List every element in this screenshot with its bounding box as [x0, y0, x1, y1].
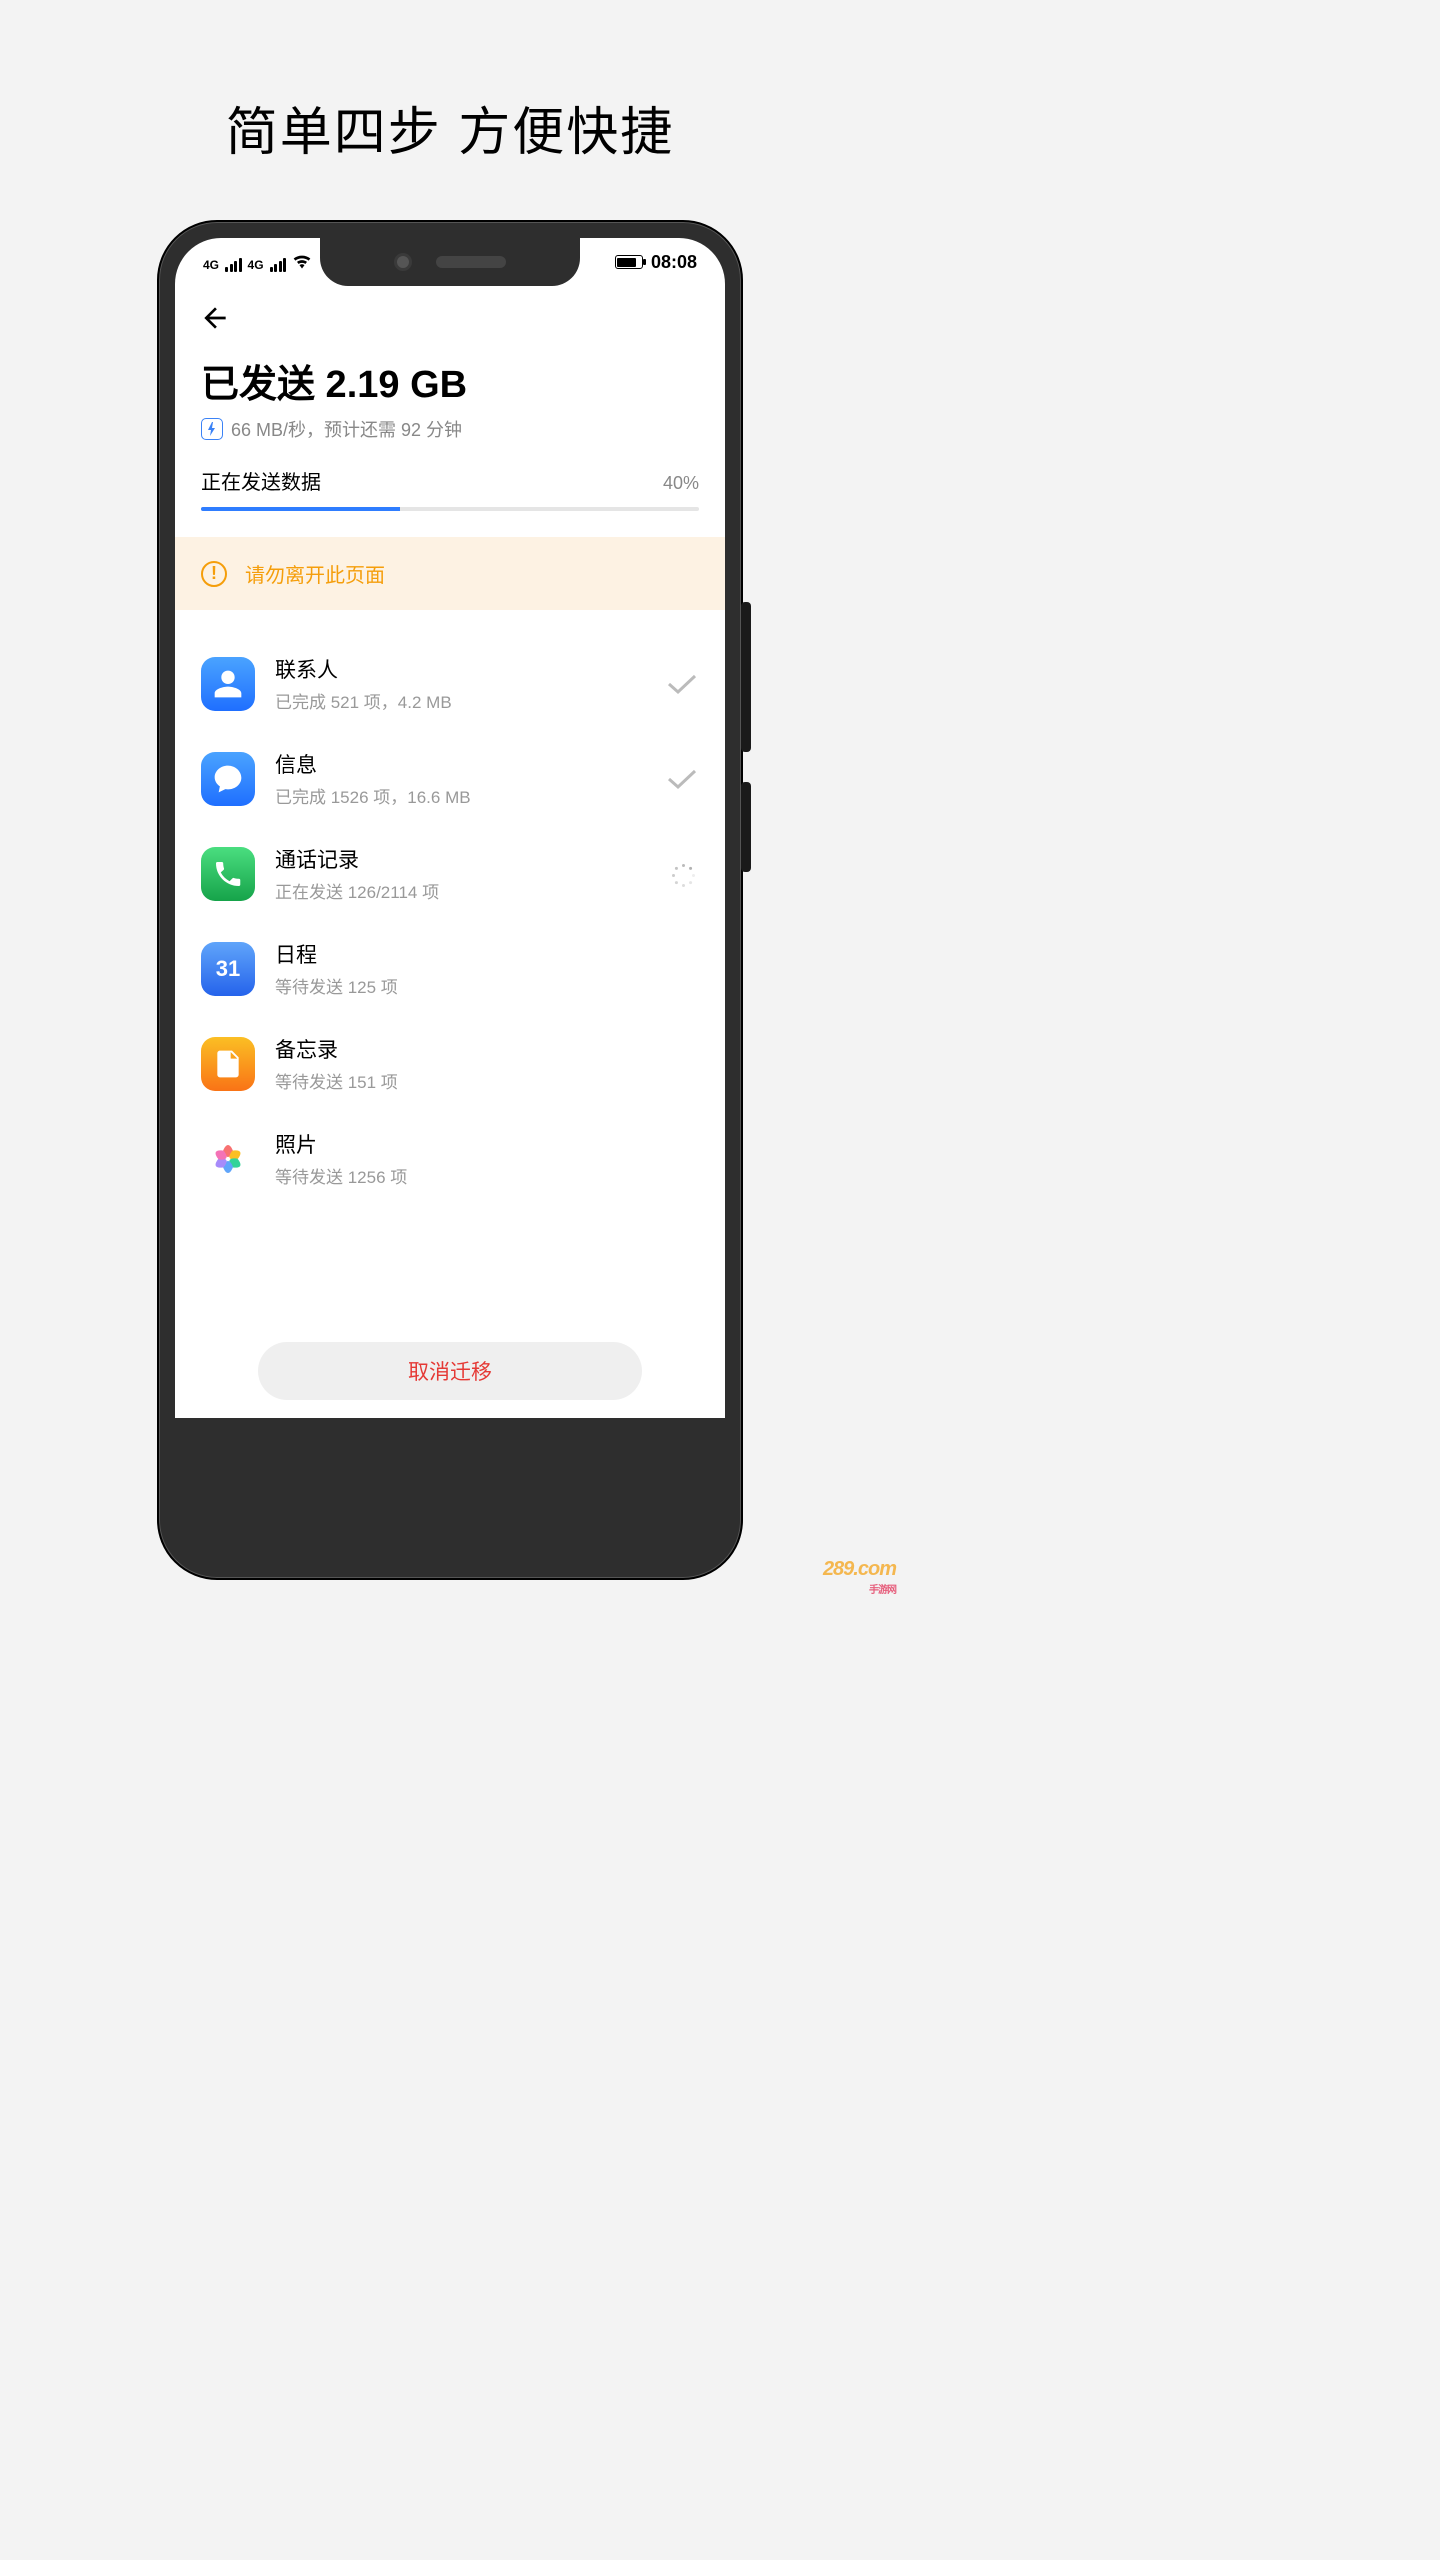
item-status-done	[665, 768, 699, 790]
signal-bars-icon	[270, 258, 287, 272]
front-camera	[394, 253, 412, 271]
transfer-item-calls: 通话记录正在发送 126/2114 项	[201, 826, 699, 921]
speed-text: 66 MB/秒，预计还需 92 分钟	[231, 416, 462, 442]
contacts-icon	[201, 657, 255, 711]
loading-spinner-icon	[670, 862, 694, 886]
warning-banner: ! 请勿离开此页面	[175, 537, 725, 610]
battery-icon	[615, 255, 643, 269]
progress-label: 正在发送数据	[201, 466, 321, 495]
warning-text: 请勿离开此页面	[245, 559, 385, 588]
network-label-1: 4G	[203, 258, 219, 272]
transfer-items-list: 联系人已完成 521 项，4.2 MB信息已完成 1526 项，16.6 MB通…	[175, 610, 725, 1206]
item-status-sending	[665, 862, 699, 886]
network-label-2: 4G	[248, 258, 264, 272]
item-meta: 等待发送 125 项	[275, 973, 645, 998]
cancel-transfer-button[interactable]: 取消迁移	[258, 1342, 642, 1400]
item-meta: 已完成 521 项，4.2 MB	[275, 688, 645, 713]
transfer-item-contacts: 联系人已完成 521 项，4.2 MB	[201, 636, 699, 731]
item-meta: 等待发送 1256 项	[275, 1163, 645, 1188]
earpiece-speaker	[436, 256, 506, 268]
item-name: 备忘录	[275, 1034, 645, 1064]
back-button[interactable]	[199, 321, 231, 338]
warning-icon: !	[201, 561, 227, 587]
item-status-done	[665, 673, 699, 695]
site-watermark: 289.com 手游网	[823, 1558, 896, 1596]
item-meta: 已完成 1526 项，16.6 MB	[275, 783, 645, 808]
marketing-tagline: 简单四步 方便快捷	[0, 0, 900, 165]
photos-icon	[201, 1132, 255, 1186]
item-meta: 等待发送 151 项	[275, 1068, 645, 1093]
phone-notch	[320, 238, 580, 286]
volume-button	[741, 602, 751, 752]
item-name: 照片	[275, 1129, 645, 1159]
transfer-item-notes: 备忘录等待发送 151 项	[201, 1016, 699, 1111]
notes-icon	[201, 1037, 255, 1091]
calendar-icon: 31	[201, 942, 255, 996]
signal-bars-icon	[225, 258, 242, 272]
calls-icon	[201, 847, 255, 901]
page-title: 已发送 2.19 GB	[201, 353, 699, 408]
transfer-item-photos: 照片等待发送 1256 项	[201, 1111, 699, 1206]
clock-time: 08:08	[651, 252, 697, 273]
wifi-icon	[292, 253, 312, 272]
progress-bar-fill	[201, 507, 400, 511]
progress-bar	[201, 507, 699, 511]
arrow-left-icon	[199, 302, 231, 334]
phone-screen: 4G 4G 08:08 已发送 2.19 GB	[175, 238, 725, 1418]
item-name: 联系人	[275, 654, 645, 684]
progress-percent: 40%	[663, 473, 699, 494]
item-name: 信息	[275, 749, 645, 779]
item-name: 日程	[275, 939, 645, 969]
messages-icon	[201, 752, 255, 806]
item-name: 通话记录	[275, 844, 645, 874]
transfer-item-messages: 信息已完成 1526 项，16.6 MB	[201, 731, 699, 826]
transfer-item-calendar: 31 日程等待发送 125 项	[201, 921, 699, 1016]
power-button	[741, 782, 751, 872]
phone-frame: 4G 4G 08:08 已发送 2.19 GB	[157, 220, 743, 1580]
speed-bolt-icon	[201, 418, 223, 440]
item-meta: 正在发送 126/2114 项	[275, 878, 645, 903]
